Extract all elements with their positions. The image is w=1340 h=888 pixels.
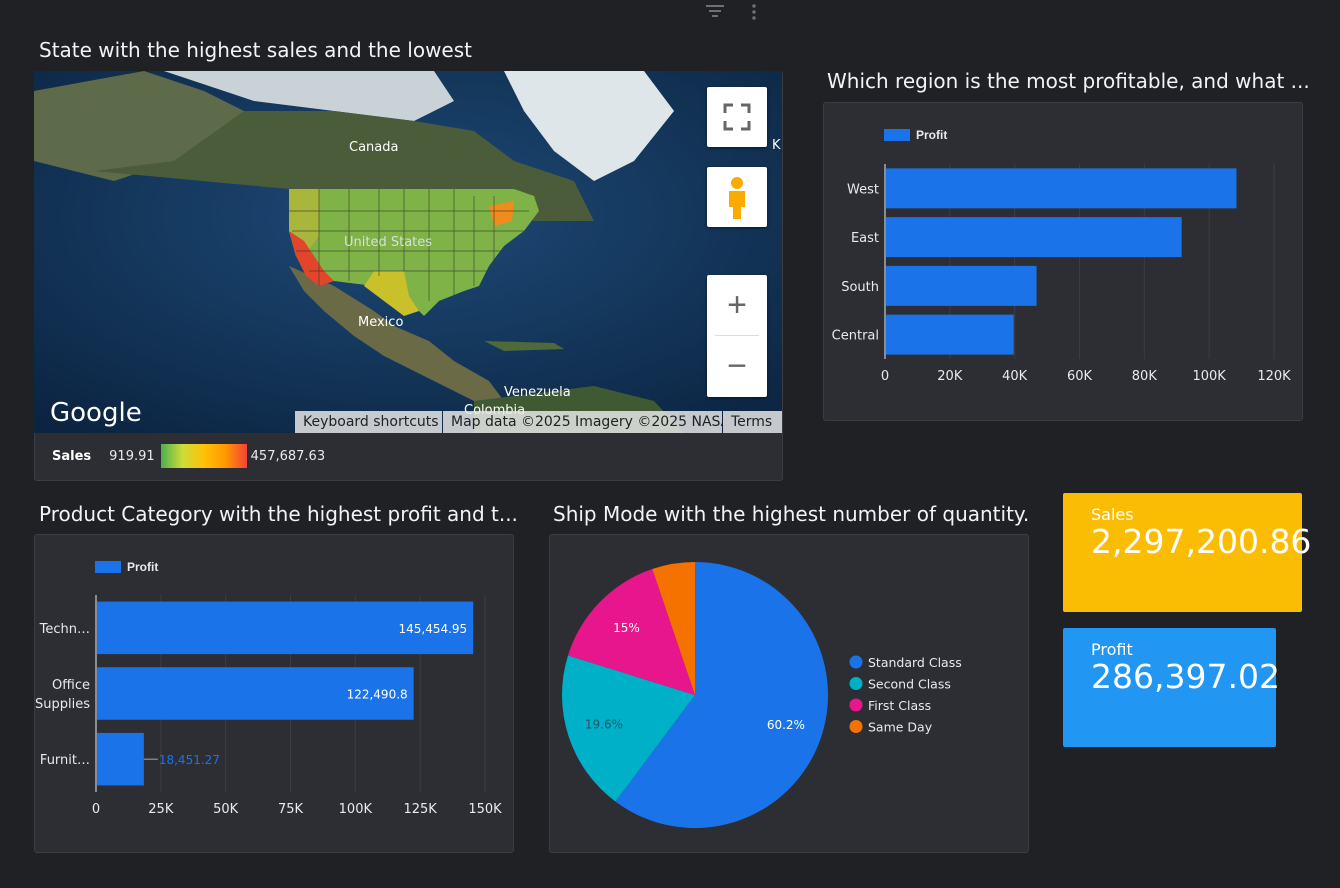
category-title: Product Category with the highest profit… <box>39 502 518 526</box>
map-data-attribution: Map data ©2025 Imagery ©2025 NASA <box>443 411 730 433</box>
map-legend-label: Sales <box>52 448 92 464</box>
pie-legend-dot <box>849 655 863 669</box>
data-label: 18,451.27 <box>159 753 220 767</box>
category-label: South <box>841 280 879 295</box>
pie-legend-label: Second Class <box>868 677 951 692</box>
data-label: 122,490.8 <box>347 688 408 702</box>
x-tick-label: 75K <box>278 802 304 817</box>
pegman-icon <box>729 177 745 219</box>
bar <box>886 217 1182 258</box>
bar <box>886 168 1237 209</box>
pie-legend-dot <box>849 677 863 690</box>
data-label: 145,454.95 <box>398 622 467 636</box>
sales-scorecard-value: 2,297,200.86 <box>1091 522 1312 561</box>
sales-scorecard[interactable]: Sales 2,297,200.86 <box>1063 493 1312 612</box>
category-bar-chart: 0 25K 50K 75K 100K 125K 150K Techn… 145,454.95 Of… <box>35 595 502 817</box>
x-tick-label: 125K <box>403 802 437 817</box>
x-tick-label: 40K <box>1002 369 1028 384</box>
bar <box>886 314 1014 355</box>
pie-legend-label: First Class <box>868 698 931 713</box>
header-toolbar <box>700 0 770 24</box>
keyboard-shortcuts-link[interactable]: Keyboard shortcuts <box>295 411 442 433</box>
pie-legend-label: Same Day <box>868 720 933 735</box>
google-logo: Google <box>50 398 142 428</box>
x-tick-label: 0 <box>881 369 889 384</box>
pie-legend-dot <box>849 698 863 712</box>
category-label: Office <box>52 678 90 693</box>
x-tick-label: 100K <box>1192 369 1226 384</box>
filter-icon[interactable] <box>706 5 724 17</box>
bar <box>97 732 144 786</box>
region-title: Which region is the most profitable, and… <box>827 69 1310 93</box>
pie-data-label: 60.2% <box>767 718 805 732</box>
x-tick-label: 50K <box>213 802 239 817</box>
map-label-k: K <box>772 138 781 153</box>
x-tick-label: 80K <box>1132 369 1158 384</box>
pie-data-label: 15% <box>613 621 640 635</box>
map-legend-gradient <box>160 444 247 468</box>
x-tick-label: 150K <box>468 802 502 817</box>
zoom-out-button[interactable]: − <box>707 336 767 396</box>
geo-map[interactable]: Canada United States Mexico Venezuela Co… <box>34 71 782 433</box>
map-label-mexico: Mexico <box>358 315 403 330</box>
pie-legend-label: Standard Class <box>868 655 962 670</box>
category-label: Supplies <box>35 697 90 712</box>
shipmode-title: Ship Mode with the highest number of qua… <box>553 502 1030 526</box>
map-label-venezuela: Venezuela <box>504 385 571 400</box>
category-label: Furnit… <box>40 753 90 768</box>
map-legend: Sales 919.91 457,687.63 <box>52 444 325 468</box>
map-label-canada: Canada <box>349 140 398 155</box>
category-label: Central <box>832 329 879 344</box>
map-legend-min: 919.91 <box>109 448 155 464</box>
zoom-in-button[interactable]: + <box>707 275 767 335</box>
more-vert-icon[interactable] <box>752 4 756 20</box>
profit-scorecard[interactable]: Profit 286,397.02 <box>1063 628 1280 747</box>
category-label: West <box>847 182 879 197</box>
x-tick-label: 20K <box>937 369 963 384</box>
map-legend-max: 457,687.63 <box>250 448 326 464</box>
region-bar-chart: 0 20K 40K 60K 80K 100K 120K West East South Centra… <box>832 164 1291 384</box>
street-view-button[interactable] <box>707 167 767 227</box>
bar <box>886 265 1037 306</box>
zoom-controls: + − <box>707 275 767 397</box>
x-tick-label: 25K <box>148 802 174 817</box>
category-chart-panel: Profit 0 25K 50K 75K 100K 125K 150K Techn… 145,4… <box>34 534 514 853</box>
region-chart-panel: Profit 0 20K 40K 60K 80K 100K 120K West East Sout… <box>823 102 1303 421</box>
map-label-usa: United States <box>344 235 432 250</box>
profit-scorecard-value: 286,397.02 <box>1091 657 1280 696</box>
x-tick-label: 100K <box>339 802 373 817</box>
category-label: Techn… <box>39 622 90 637</box>
category-label: East <box>851 231 879 246</box>
shipmode-chart-panel: 60.2% 19.6% 15% Standard Class Second Class F… <box>549 534 1029 853</box>
fullscreen-button[interactable] <box>707 87 767 147</box>
map-title: State with the highest sales and the low… <box>39 38 472 62</box>
x-tick-label: 60K <box>1067 369 1093 384</box>
fullscreen-icon <box>723 103 751 131</box>
shipmode-pie-chart: 60.2% 19.6% 15% Standard Class Second Class F… <box>562 562 962 828</box>
pie-legend-dot <box>849 720 863 733</box>
x-tick-label: 120K <box>1257 369 1291 384</box>
terms-link[interactable]: Terms <box>723 411 782 433</box>
pie-data-label: 19.6% <box>585 718 623 732</box>
x-tick-label: 0 <box>92 802 100 817</box>
